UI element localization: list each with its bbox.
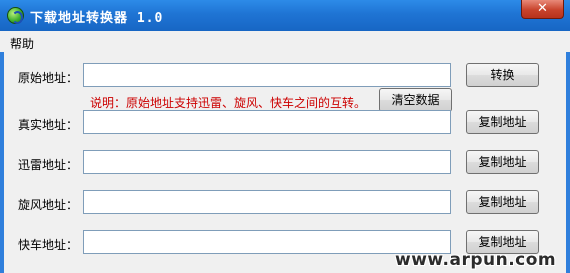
flashget-address-label: 快车地址： xyxy=(18,238,79,252)
window-title: 下载地址转换器 1.0 xyxy=(30,11,164,26)
thunder-address-label: 迅雷地址： xyxy=(18,158,79,172)
window-frame-right xyxy=(566,52,570,273)
clear-data-button[interactable]: 清空数据 xyxy=(379,88,452,112)
convert-button[interactable]: 转换 xyxy=(466,63,539,87)
window-frame-left xyxy=(0,52,4,273)
whirlwind-address-input[interactable] xyxy=(83,190,451,214)
real-address-input[interactable] xyxy=(83,110,451,134)
thunder-address-input[interactable] xyxy=(83,150,451,174)
original-address-input[interactable] xyxy=(83,63,451,87)
copy-real-address-button[interactable]: 复制地址 xyxy=(466,110,539,134)
menu-bar: 帮助 xyxy=(0,31,570,52)
app-logo-icon xyxy=(7,7,24,24)
whirlwind-address-label: 旋风地址： xyxy=(18,198,79,212)
close-button[interactable]: ✕ xyxy=(521,0,564,19)
site-watermark: www.arpun.com xyxy=(395,250,557,270)
usage-note: 说明：原始地址支持迅雷、旋风、快车之间的互转。 xyxy=(90,96,367,110)
title-bar: 下载地址转换器 1.0 ✕ xyxy=(0,0,570,31)
original-address-label: 原始地址： xyxy=(18,71,79,85)
copy-thunder-address-button[interactable]: 复制地址 xyxy=(466,150,539,174)
app-window: 下载地址转换器 1.0 ✕ 帮助 原始地址： 转换 说明：原始地址支持迅雷、旋风… xyxy=(0,0,570,273)
copy-whirlwind-address-button[interactable]: 复制地址 xyxy=(466,190,539,214)
real-address-label: 真实地址： xyxy=(18,118,79,132)
menu-item-help[interactable]: 帮助 xyxy=(10,35,34,52)
